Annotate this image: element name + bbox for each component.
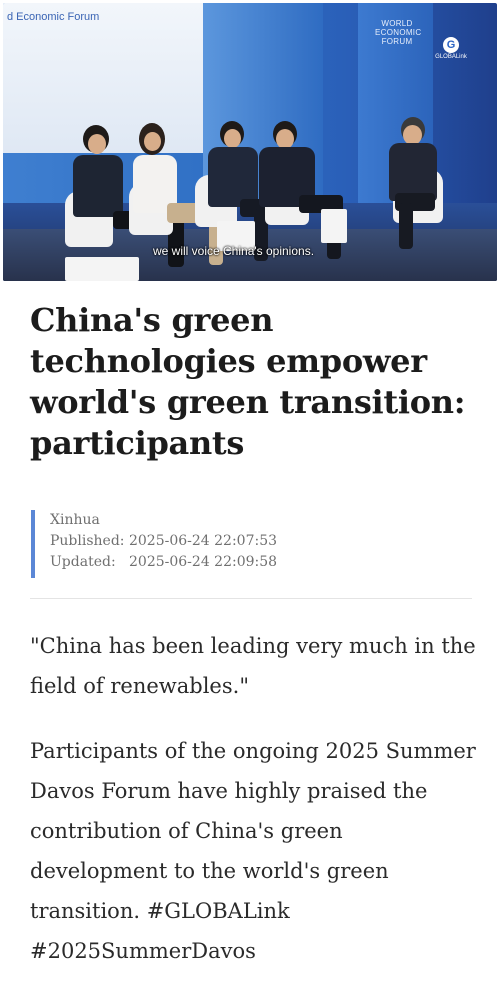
video-subtitle: we will voice China's opinions. xyxy=(153,244,315,258)
published-date: Published: 2025-06-24 22:07:53 xyxy=(50,533,278,549)
globalink-label: GLOBALink xyxy=(435,54,467,60)
side-table xyxy=(65,257,139,281)
wef-logo-line: WORLD xyxy=(381,19,413,28)
wef-logo: WORLD ECONOMIC FORUM xyxy=(375,19,422,46)
video-player[interactable]: d Economic Forum WORLD ECONOMIC FORUM G … xyxy=(3,3,497,281)
side-table xyxy=(321,209,347,243)
article-meta: Xinhua Published: 2025-06-24 22:07:53 Up… xyxy=(31,510,277,578)
article-body: Participants of the ongoing 2025 Summer … xyxy=(30,739,476,963)
article-source[interactable]: Xinhua xyxy=(50,510,277,531)
stage-screen-label: d Economic Forum xyxy=(7,11,100,23)
wef-logo-line: ECONOMIC xyxy=(375,28,422,37)
moderator xyxy=(385,117,465,257)
article-quote: "China has been leading very much in the… xyxy=(30,634,476,698)
globalink-icon: G xyxy=(443,37,459,53)
wef-logo-line: FORUM xyxy=(381,37,413,46)
globalink-logo: G GLOBALink xyxy=(431,33,471,60)
updated-date: Updated: 2025-06-24 22:09:58 xyxy=(50,554,278,570)
article-headline: China's green technologies empower world… xyxy=(30,301,466,462)
divider xyxy=(30,598,472,599)
